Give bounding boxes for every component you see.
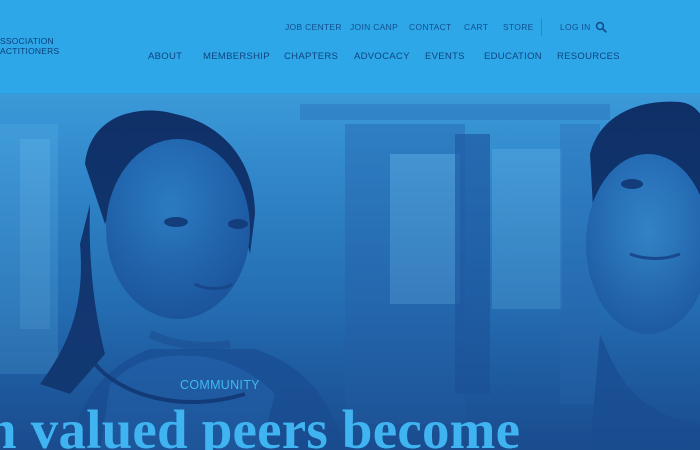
nav-resources[interactable]: RESOURCES — [557, 51, 620, 62]
util-link-job-center[interactable]: JOB CENTER — [285, 22, 342, 32]
util-link-cart[interactable]: CART — [464, 22, 488, 32]
nav-education[interactable]: EDUCATION — [484, 51, 542, 62]
util-link-login[interactable]: LOG IN — [560, 22, 591, 32]
nav-membership[interactable]: MEMBERSHIP — [203, 51, 270, 62]
nav-advocacy[interactable]: ADVOCACY — [354, 51, 410, 62]
logo-line-1: SSOCIATION — [0, 36, 54, 46]
search-icon[interactable] — [595, 21, 607, 33]
site-logo[interactable]: SSOCIATION ACTITIONERS — [0, 36, 59, 56]
hero-image — [0, 94, 700, 450]
logo-line-2: ACTITIONERS — [0, 46, 60, 56]
util-divider — [541, 19, 542, 36]
nav-chapters[interactable]: CHAPTERS — [284, 51, 338, 62]
util-link-join[interactable]: JOIN CANP — [350, 22, 398, 32]
nav-about[interactable]: ABOUT — [148, 51, 182, 62]
hero-headline: n valued peers become — [0, 399, 521, 450]
site-header: SSOCIATION ACTITIONERS JOB CENTER JOIN C… — [0, 0, 700, 94]
hero-section: COMMUNITY n valued peers become — [0, 94, 700, 450]
util-link-store[interactable]: STORE — [503, 22, 534, 32]
hero-eyebrow: COMMUNITY — [180, 378, 260, 392]
nav-events[interactable]: EVENTS — [425, 51, 465, 62]
util-link-contact[interactable]: CONTACT — [409, 22, 452, 32]
